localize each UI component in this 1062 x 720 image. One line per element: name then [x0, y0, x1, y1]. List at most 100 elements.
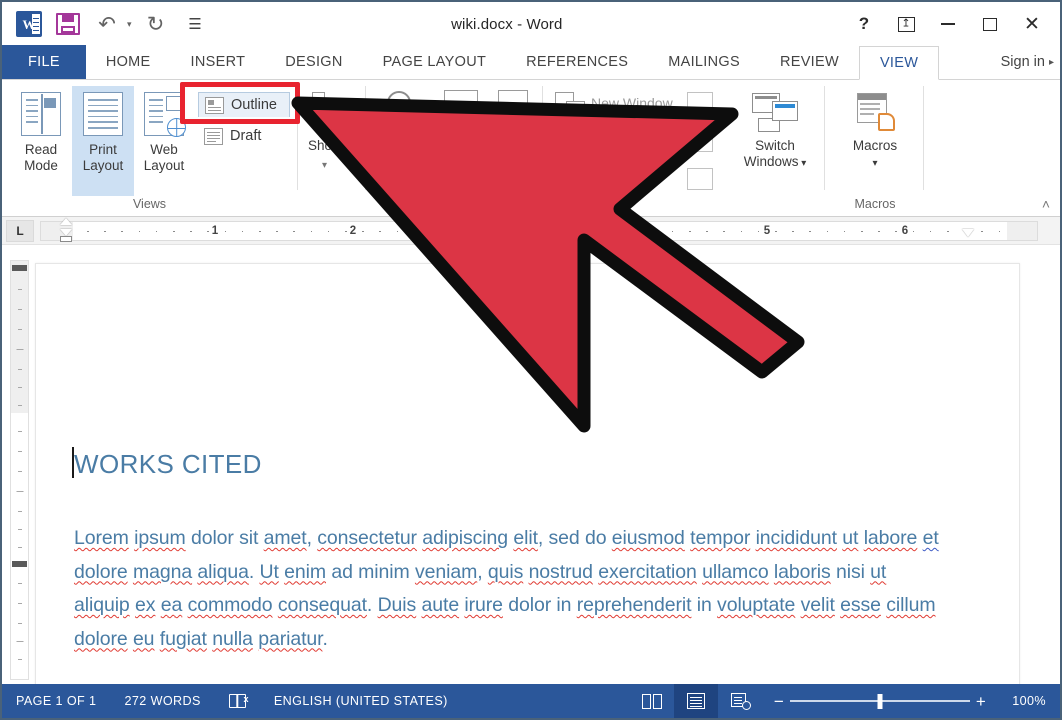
maximize-button[interactable] — [970, 7, 1010, 41]
multiple-pages-icon[interactable] — [498, 90, 528, 116]
left-indent-marker[interactable] — [60, 236, 72, 242]
read-mode-view-button[interactable] — [630, 684, 674, 718]
ruler-tick — [723, 230, 725, 233]
new-window-label: New Window — [591, 95, 673, 111]
arrange-all-icon[interactable] — [687, 92, 713, 114]
ruler-tick — [379, 230, 381, 233]
status-bar: PAGE 1 OF 1 272 WORDS x ENGLISH (UNITED … — [2, 684, 1060, 718]
draft-view-label: Draft — [230, 128, 262, 144]
view-side-by-side-icon[interactable] — [687, 168, 713, 190]
macros-icon — [855, 92, 895, 132]
word-count[interactable]: 272 WORDS — [110, 694, 214, 708]
close-button[interactable]: ✕ — [1012, 7, 1052, 41]
undo-icon[interactable]: ↶ — [92, 9, 122, 39]
ruler-tick — [482, 230, 485, 233]
hanging-indent-marker[interactable] — [60, 229, 72, 236]
bottom-margin-marker[interactable] — [12, 561, 27, 567]
ruler-tick — [345, 230, 347, 233]
ribbon-group-show: Sho ▾ — [302, 80, 362, 216]
tab-page-layout[interactable]: PAGE LAYOUT — [363, 45, 506, 79]
document-canvas[interactable]: WORKS CITED Lorem ipsum dolor sit amet, … — [2, 245, 1060, 691]
split-icon[interactable] — [687, 130, 713, 152]
zoom-in-button[interactable]: + — [970, 693, 992, 710]
ruler-tick — [809, 230, 811, 233]
collapse-ribbon-icon[interactable]: ˄ — [1042, 196, 1050, 212]
macros-dropdown-icon[interactable]: ▾ — [872, 158, 877, 169]
ribbon-group-macros: Macros ▾ Macros — [829, 80, 921, 216]
document-paragraph[interactable]: Lorem ipsum dolor sit amet, consectetur … — [74, 522, 946, 656]
zoom-level[interactable]: 100% — [998, 694, 1052, 708]
vertical-ruler[interactable] — [10, 260, 29, 680]
ruler-track[interactable]: 1 2 5 6 — [40, 221, 1038, 241]
save-icon[interactable] — [53, 9, 83, 39]
top-margin-marker[interactable] — [12, 265, 27, 271]
right-indent-marker[interactable] — [962, 229, 974, 237]
title-bar: W ↶ ▾ ↻ ☰ wiki.docx - Word ? ✕ — [2, 2, 1060, 46]
switch-windows-button[interactable]: Switch Windows ▾ — [732, 86, 818, 196]
word-icon[interactable]: W — [14, 9, 44, 39]
web-layout-view-icon — [730, 693, 751, 710]
tab-references[interactable]: REFERENCES — [506, 45, 648, 79]
tab-view[interactable]: VIEW — [858, 46, 940, 80]
ruler-tick — [517, 230, 519, 233]
tab-review[interactable]: REVIEW — [760, 45, 859, 79]
zoom-control[interactable]: − + — [762, 693, 998, 710]
horizontal-ruler[interactable]: L 1 2 5 6 — [2, 217, 1060, 245]
ruler-tick — [654, 230, 657, 233]
undo-dropdown-icon[interactable]: ▾ — [127, 19, 132, 30]
zoom-icon[interactable] — [384, 88, 418, 123]
zoom-out-button[interactable]: − — [768, 693, 790, 710]
ruler-number-6: 6 — [901, 225, 909, 237]
ruler-tick — [826, 230, 829, 233]
ruler-tick — [87, 230, 89, 233]
tab-stop-selector[interactable]: L — [6, 220, 34, 242]
new-window-icon — [555, 90, 585, 116]
group-separator-3 — [542, 86, 543, 190]
read-mode-button[interactable]: Read Mode — [10, 86, 72, 196]
help-button[interactable]: ? — [844, 7, 884, 41]
document-heading[interactable]: WORKS CITED — [74, 449, 262, 480]
minimize-button[interactable] — [928, 7, 968, 41]
show-dropdown-icon[interactable]: ▾ — [322, 160, 327, 171]
draft-view-button[interactable]: Draft — [198, 123, 290, 149]
redo-icon[interactable]: ↻ — [141, 9, 171, 39]
group-separator-5 — [923, 86, 924, 190]
page-indicator[interactable]: PAGE 1 OF 1 — [2, 694, 110, 708]
tab-mailings[interactable]: MAILINGS — [648, 45, 760, 79]
ruler-tick — [775, 230, 777, 233]
first-line-indent-marker[interactable] — [60, 218, 72, 225]
print-layout-button[interactable]: Print Layout — [72, 86, 134, 196]
ruler-tick — [551, 230, 553, 233]
web-layout-icon — [144, 92, 186, 137]
ribbon-display-options-icon[interactable] — [886, 7, 926, 41]
ruler-tick — [431, 230, 433, 233]
web-layout-view-button[interactable] — [718, 684, 762, 718]
zoom-slider-handle[interactable] — [877, 693, 883, 709]
outline-highlight-box — [180, 82, 300, 124]
tab-file[interactable]: FILE — [2, 45, 86, 79]
switch-windows-label-2: Windows — [743, 153, 799, 169]
ruler-checkbox[interactable] — [312, 92, 325, 105]
one-page-icon[interactable] — [444, 90, 478, 116]
read-mode-view-icon — [642, 693, 662, 709]
language-indicator[interactable]: ENGLISH (UNITED STATES) — [260, 694, 462, 708]
document-page[interactable]: WORKS CITED Lorem ipsum dolor sit amet, … — [35, 263, 1020, 691]
print-layout-view-button[interactable] — [674, 684, 718, 718]
ruler-number-2: 2 — [349, 225, 357, 237]
zoom-slider[interactable] — [790, 693, 970, 709]
ruler-tick — [603, 230, 605, 233]
read-mode-icon — [21, 92, 61, 136]
tab-insert[interactable]: INSERT — [171, 45, 266, 79]
proofing-errors-icon[interactable]: x — [215, 694, 260, 708]
macros-button[interactable]: Macros ▾ — [841, 86, 909, 196]
tab-home[interactable]: HOME — [86, 45, 171, 79]
tab-design[interactable]: DESIGN — [265, 45, 362, 79]
ruler-tick — [413, 230, 416, 233]
customize-qat-icon[interactable]: ☰ — [180, 9, 210, 39]
new-window-button[interactable]: New Window — [555, 90, 673, 116]
ruler-tick — [155, 230, 158, 233]
ruler-tick — [293, 230, 295, 233]
group-separator-2 — [365, 86, 366, 190]
sign-in-button[interactable]: Sign in ▸ — [987, 45, 1060, 79]
ruler-tick — [465, 230, 467, 233]
